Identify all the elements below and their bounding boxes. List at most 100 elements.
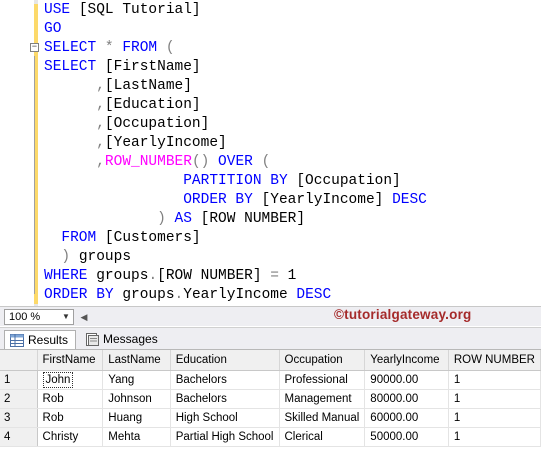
table-cell[interactable]: 1: [448, 389, 541, 409]
results-grid[interactable]: FirstName LastName Education Occupation Year…: [0, 349, 541, 449]
tab-results[interactable]: Results: [4, 330, 76, 350]
table-cell[interactable]: Partial High School: [170, 427, 280, 447]
table-cell[interactable]: 60000.00: [364, 408, 449, 428]
results-table: FirstName LastName Education Occupation Year…: [0, 350, 541, 447]
zoom-value: 100 %: [9, 311, 41, 323]
sql-code[interactable]: USE [SQL Tutorial] GO SELECT * FROM (SELEC…: [44, 1, 427, 305]
table-cell[interactable]: 80000.00: [364, 389, 449, 409]
table-cell[interactable]: Professional: [279, 370, 366, 390]
table-cell[interactable]: Management: [279, 389, 366, 409]
code-line[interactable]: ,[Occupation]: [44, 115, 427, 134]
code-token: [Customers]: [104, 230, 201, 246]
cell-value: 1: [453, 373, 461, 386]
code-line[interactable]: PARTITION BY [Occupation]: [44, 172, 427, 191]
code-line[interactable]: SELECT [FirstName]: [44, 58, 427, 77]
code-token: [Occupation]: [296, 173, 401, 189]
grid-icon: [10, 334, 24, 347]
tab-messages[interactable]: Messages: [80, 330, 160, 350]
code-line[interactable]: SELECT * FROM (: [44, 39, 427, 58]
row-number[interactable]: 4: [0, 427, 38, 447]
table-cell[interactable]: High School: [170, 408, 280, 428]
code-token: ROW_NUMBER: [104, 154, 192, 170]
column-header[interactable]: Education: [170, 350, 280, 371]
corner-cell[interactable]: [0, 350, 38, 371]
table-cell[interactable]: Rob: [37, 408, 104, 428]
row-number[interactable]: 2: [0, 389, 38, 409]
table-cell[interactable]: 90000.00: [364, 370, 449, 390]
chevron-down-icon[interactable]: ▼: [59, 310, 73, 324]
column-header[interactable]: Occupation: [279, 350, 366, 371]
table-row[interactable]: 3 Rob Huang High School Skilled Manual 60000.…: [0, 408, 541, 428]
code-token: USE: [44, 2, 79, 18]
cell-value: 60000.00: [370, 411, 419, 424]
table-cell[interactable]: Huang: [102, 408, 171, 428]
code-line[interactable]: GO: [44, 20, 427, 39]
code-token: ): [44, 211, 175, 227]
code-token: (: [261, 154, 271, 170]
table-cell[interactable]: 1: [448, 408, 541, 428]
table-cell[interactable]: Rob: [37, 389, 104, 409]
code-token: [LastName]: [104, 78, 192, 94]
table-cell[interactable]: Skilled Manual: [279, 408, 366, 428]
code-token: 1: [287, 268, 297, 284]
table-cell[interactable]: Clerical: [279, 427, 366, 447]
table-cell[interactable]: John: [37, 370, 104, 390]
code-token: ,: [44, 154, 105, 170]
code-line[interactable]: ,[YearlyIncome]: [44, 134, 427, 153]
messages-icon: [86, 333, 99, 346]
column-header[interactable]: ROW NUMBER: [448, 350, 541, 371]
code-line[interactable]: ) groups: [44, 248, 427, 267]
code-line[interactable]: USE [SQL Tutorial]: [44, 1, 427, 20]
table-cell[interactable]: 50000.00: [364, 427, 449, 447]
code-line[interactable]: WHERE groups.[ROW NUMBER] = 1: [44, 267, 427, 286]
column-header[interactable]: LastName: [102, 350, 171, 371]
code-token: AS: [174, 211, 201, 227]
table-cell[interactable]: Mehta: [102, 427, 171, 447]
code-line[interactable]: ORDER BY [YearlyIncome] DESC: [44, 191, 427, 210]
code-token: [YearlyIncome]: [261, 192, 393, 208]
column-header[interactable]: YearlyIncome: [364, 350, 449, 371]
table-row[interactable]: 4 Christy Mehta Partial High School Clerical…: [0, 427, 541, 447]
table-row[interactable]: 1 John Yang Bachelors Professional 90000.00 1: [0, 370, 541, 390]
code-line[interactable]: ,[Education]: [44, 96, 427, 115]
cell-value: Johnson: [108, 392, 152, 405]
cell-value: Partial High School: [175, 430, 274, 443]
cell-value: Rob: [42, 392, 64, 405]
row-number[interactable]: 1: [0, 370, 38, 390]
row-number[interactable]: 3: [0, 408, 38, 428]
table-cell[interactable]: Yang: [102, 370, 171, 390]
table-cell[interactable]: 1: [448, 370, 541, 390]
cell-value: Rob: [42, 411, 64, 424]
scroll-left-icon[interactable]: ◀: [76, 310, 92, 324]
code-line[interactable]: ) AS [ROW NUMBER]: [44, 210, 427, 229]
code-token: .: [174, 287, 184, 303]
cell-value: Christy: [42, 430, 79, 443]
column-header[interactable]: FirstName: [37, 350, 104, 371]
editor-gutter: [0, 0, 28, 306]
table-cell[interactable]: Johnson: [102, 389, 171, 409]
code-token: [ROW NUMBER]: [157, 268, 271, 284]
code-token: (: [165, 40, 175, 56]
code-line[interactable]: ,[LastName]: [44, 77, 427, 96]
code-token: *: [104, 40, 123, 56]
query-editor[interactable]: − USE [SQL Tutorial] GO SELECT * FROM (SEL…: [0, 0, 541, 306]
tab-messages-label: Messages: [103, 332, 158, 346]
code-token: GO: [44, 21, 62, 37]
code-line[interactable]: ,ROW_NUMBER() OVER (: [44, 153, 427, 172]
code-line[interactable]: FROM [Customers]: [44, 229, 427, 248]
zoom-select[interactable]: 100 % ▼: [4, 309, 74, 325]
table-cell[interactable]: 1: [448, 427, 541, 447]
code-token: (): [191, 154, 219, 170]
table-cell[interactable]: Bachelors: [170, 370, 280, 390]
code-line[interactable]: ORDER BY groups.YearlyIncome DESC: [44, 286, 427, 305]
collapse-toggle-icon[interactable]: −: [30, 43, 39, 52]
code-token: OVER: [218, 154, 262, 170]
cell-value: Professional: [284, 373, 348, 386]
code-token: [Education]: [104, 97, 201, 113]
code-token: ): [44, 249, 79, 265]
table-row[interactable]: 2 Rob Johnson Bachelors Management 80000.00 1: [0, 389, 541, 409]
code-token: ,: [44, 135, 105, 151]
cell-value: 80000.00: [370, 392, 419, 405]
table-cell[interactable]: Bachelors: [170, 389, 280, 409]
table-cell[interactable]: Christy: [37, 427, 104, 447]
